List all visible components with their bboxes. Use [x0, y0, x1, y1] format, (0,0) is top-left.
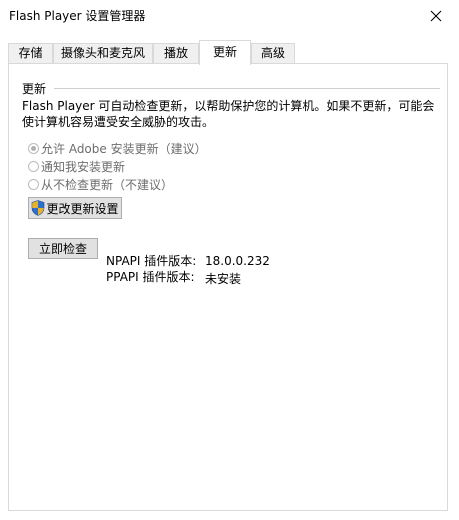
check-now-button[interactable]: 立即检查 [28, 238, 98, 259]
npapi-version-label: NPAPI 插件版本: [106, 254, 197, 268]
radio-label: 通知我安装更新 [41, 159, 126, 174]
tab-storage[interactable]: 存储 [8, 43, 53, 63]
ppapi-version-value: 未安装 [205, 272, 242, 286]
radio-button[interactable] [28, 160, 39, 172]
radio-button[interactable] [28, 142, 39, 154]
tab-advanced[interactable]: 高级 [251, 43, 295, 63]
update-description: Flash Player 可自动检查更新，以帮助保护您的计算机。如果不更新，可能… [22, 98, 435, 130]
tab-strip: 存储 摄像头和麦克风 播放 更新 高级 [8, 40, 448, 65]
ppapi-version-label: PPAPI 插件版本: [106, 270, 195, 284]
tab-updates[interactable]: 更新 [199, 40, 251, 65]
settings-manager-window: Flash Player 设置管理器 存储 摄像头和麦克风 播放 更新 高级 更… [0, 0, 459, 520]
updates-panel [8, 63, 448, 511]
npapi-version-value: 18.0.0.232 [205, 254, 270, 268]
radio-label: 从不检查更新（不建议） [41, 177, 174, 192]
change-update-settings-label: 更改更新设置 [46, 201, 119, 216]
tab-playback[interactable]: 播放 [153, 43, 199, 63]
radio-allow-adobe-install[interactable]: 允许 Adobe 安装更新（建议） [28, 140, 207, 156]
change-update-settings-button[interactable]: 更改更新设置 [28, 197, 122, 219]
radio-button[interactable] [28, 178, 39, 190]
tab-camera-microphone[interactable]: 摄像头和麦克风 [53, 43, 153, 63]
window-title: Flash Player 设置管理器 [9, 9, 146, 23]
section-title: 更新 [22, 80, 51, 97]
close-button[interactable] [413, 0, 459, 31]
radio-notify-me[interactable]: 通知我安装更新 [28, 158, 125, 174]
description-line-1: Flash Player 可自动检查更新，以帮助保护您的计算机。如果不更新，可能… [22, 99, 435, 113]
section-divider [54, 88, 440, 89]
close-icon [430, 10, 442, 21]
description-line-2: 使计算机容易遭受安全威胁的攻击。 [22, 115, 215, 129]
radio-never-check[interactable]: 从不检查更新（不建议） [28, 176, 173, 192]
title-bar: Flash Player 设置管理器 [0, 0, 459, 31]
radio-label: 允许 Adobe 安装更新（建议） [41, 141, 207, 156]
uac-shield-icon [32, 200, 45, 216]
